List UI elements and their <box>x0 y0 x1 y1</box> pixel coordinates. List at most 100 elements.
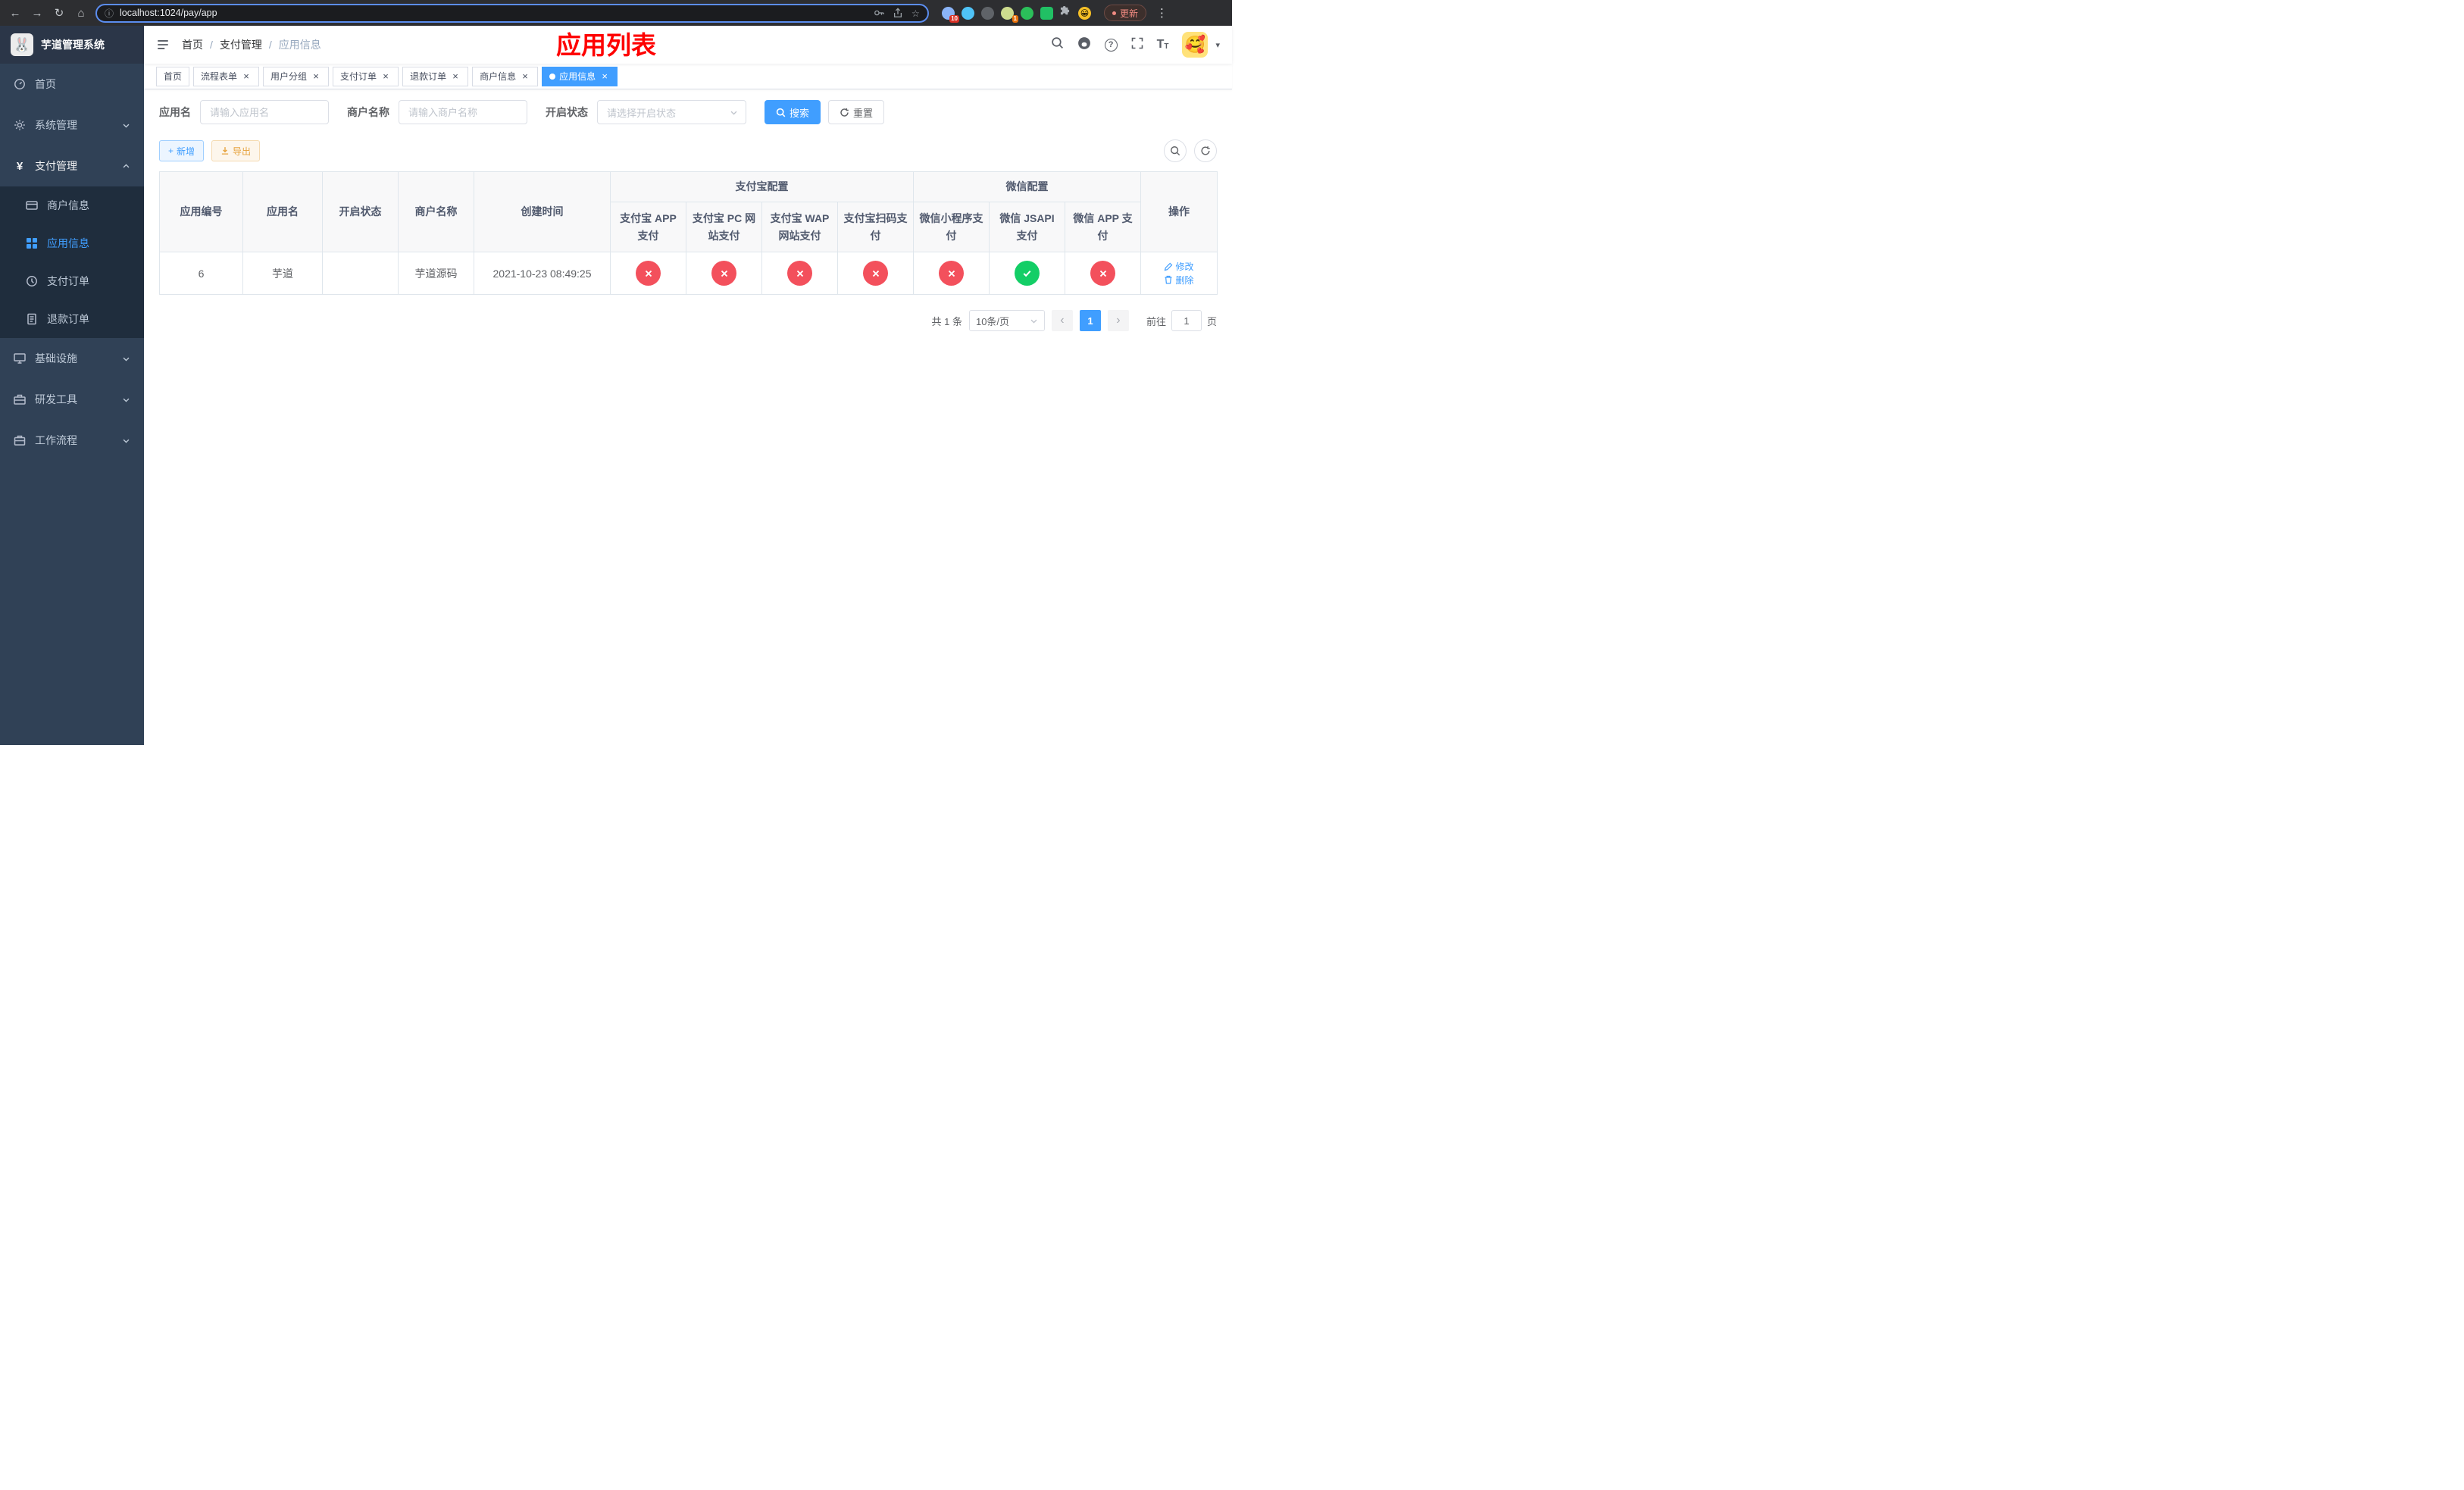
sidebar-item-system[interactable]: 系统管理 <box>0 105 144 146</box>
sidebar-menu: 首页 系统管理 ¥ 支付管理 商户信息 应用信息 支付订单 退款订单 基础设施 … <box>0 64 144 461</box>
briefcase-icon <box>14 434 26 446</box>
add-button[interactable]: + 新增 <box>159 140 205 161</box>
col-header-wx-jsapi: 微信 JSAPI 支付 <box>989 202 1065 252</box>
user-avatar[interactable]: 🥰 <box>1182 32 1209 58</box>
profile-avatar-icon[interactable]: 😀 <box>1078 6 1091 20</box>
breadcrumb: 首页 / 支付管理 / 应用信息 <box>182 37 321 52</box>
yen-icon: ¥ <box>16 159 23 173</box>
table-toolbar: + 新增 导出 <box>159 139 1217 162</box>
app-logo[interactable]: 🐰 芋道管理系统 <box>0 26 144 64</box>
close-icon[interactable]: × <box>241 71 252 81</box>
goto-label: 前往 <box>1146 315 1166 327</box>
extension-badge: 10 <box>949 14 959 23</box>
github-icon[interactable] <box>1077 36 1091 54</box>
close-icon[interactable]: × <box>380 71 391 81</box>
close-icon[interactable]: × <box>311 71 321 81</box>
update-button[interactable]: 更新 <box>1104 5 1147 21</box>
active-dot-icon <box>549 73 556 80</box>
caret-down-icon[interactable]: ▾ <box>1215 40 1220 50</box>
tab-merchant-info[interactable]: 商户信息 × <box>472 66 539 86</box>
cell-app-name: 芋道 <box>242 252 323 295</box>
search-button[interactable]: 搜索 <box>765 100 821 124</box>
goto-page-input[interactable] <box>1171 310 1202 331</box>
trash-icon <box>1165 275 1172 284</box>
translate-extension-icon[interactable]: 1 <box>1001 6 1018 23</box>
tab-process-form[interactable]: 流程表单 × <box>193 66 260 86</box>
tab-counter-extension-icon[interactable]: 10 <box>942 6 959 23</box>
close-icon[interactable]: × <box>450 71 461 81</box>
cell-app-id: 6 <box>159 252 243 295</box>
page-size-select[interactable]: 10条/页 <box>968 310 1045 331</box>
sidebar-item-app-info[interactable]: 应用信息 <box>0 224 144 262</box>
status-select[interactable]: 请选择开启状态 <box>597 100 746 124</box>
tab-user-group[interactable]: 用户分组 × <box>263 66 330 86</box>
credit-card-icon <box>26 199 38 211</box>
back-icon[interactable]: ← <box>8 7 23 20</box>
site-info-icon[interactable]: ⓘ <box>105 7 114 20</box>
group-header-alipay: 支付宝配置 <box>610 171 914 202</box>
edit-button[interactable]: 修改 <box>1164 260 1194 273</box>
home-icon[interactable]: ⌂ <box>73 7 89 20</box>
green-circle-extension-icon[interactable] <box>1021 6 1033 20</box>
reset-button[interactable]: 重置 <box>828 100 885 124</box>
font-size-icon[interactable]: TT <box>1157 39 1169 51</box>
status-cross-icon <box>863 261 888 286</box>
next-page-button[interactable]: › <box>1107 310 1129 331</box>
page-1-button[interactable]: 1 <box>1079 310 1101 331</box>
close-icon[interactable]: × <box>520 71 530 81</box>
tab-pay-order[interactable]: 支付订单 × <box>333 66 399 86</box>
reload-icon[interactable]: ↻ <box>52 6 67 20</box>
pencil-icon <box>1165 262 1173 271</box>
prev-page-button[interactable]: ‹ <box>1051 310 1073 331</box>
sidebar-item-refund-order[interactable]: 退款订单 <box>0 300 144 338</box>
hamburger-icon[interactable] <box>156 38 170 52</box>
merchant-name-input[interactable] <box>399 100 527 124</box>
browser-chrome: ← → ↻ ⌂ ⓘ localhost:1024/pay/app ☆ 10 1 … <box>0 0 1232 26</box>
delete-button[interactable]: 删除 <box>1164 274 1194 286</box>
sidebar-item-dev-tools[interactable]: 研发工具 <box>0 379 144 420</box>
pagination-total: 共 1 条 <box>931 315 962 327</box>
close-icon[interactable]: × <box>599 71 610 81</box>
search-icon[interactable] <box>1051 36 1064 53</box>
update-dot-icon <box>1112 11 1116 15</box>
refresh-table-button[interactable] <box>1194 139 1217 162</box>
bookmark-star-icon[interactable]: ☆ <box>911 8 920 19</box>
extensions-puzzle-icon[interactable] <box>1060 5 1071 20</box>
tab-refund-order[interactable]: 退款订单 × <box>402 66 469 86</box>
chevron-down-icon <box>122 396 130 404</box>
breadcrumb-payment[interactable]: 支付管理 <box>220 37 262 52</box>
plus-icon: + <box>168 146 174 156</box>
payment-submenu: 商户信息 应用信息 支付订单 退款订单 <box>0 186 144 338</box>
cell-actions: 修改 删除 <box>1140 252 1218 295</box>
cell-alipay-wap <box>761 252 838 295</box>
devtools-extension-icon[interactable] <box>962 6 974 20</box>
app-title: 芋道管理系统 <box>41 39 105 51</box>
forward-icon[interactable]: → <box>30 7 45 20</box>
export-button[interactable]: 导出 <box>211 140 261 161</box>
app-name-input[interactable] <box>200 100 329 124</box>
sidebar-item-home[interactable]: 首页 <box>0 64 144 105</box>
fullscreen-icon[interactable] <box>1131 37 1143 53</box>
table-row: 6 芋道 芋道源码 2021-10-23 08:49:25 修改 删除 <box>159 252 1218 295</box>
dark-extension-icon[interactable] <box>981 6 994 20</box>
download-icon <box>221 147 229 155</box>
sidebar-item-payment[interactable]: ¥ 支付管理 <box>0 146 144 186</box>
col-header-app-name: 应用名 <box>242 171 323 252</box>
browser-menu-icon[interactable]: ⋮ <box>1156 6 1168 20</box>
sidebar-item-pay-order[interactable]: 支付订单 <box>0 262 144 300</box>
tab-home[interactable]: 首页 <box>156 66 190 86</box>
app-name-label: 应用名 <box>159 106 191 118</box>
sidebar-item-merchant-info[interactable]: 商户信息 <box>0 186 144 224</box>
top-navbar: 首页 / 支付管理 / 应用信息 ? TT 🥰 ▾ <box>144 26 1232 64</box>
share-icon[interactable] <box>893 8 903 18</box>
sidebar-item-infrastructure[interactable]: 基础设施 <box>0 338 144 379</box>
toggle-search-button[interactable] <box>1164 139 1187 162</box>
password-key-icon[interactable] <box>874 8 884 18</box>
breadcrumb-current: 应用信息 <box>278 39 321 51</box>
help-icon[interactable]: ? <box>1104 38 1118 52</box>
url-bar[interactable]: ⓘ localhost:1024/pay/app ☆ <box>95 3 929 23</box>
tab-app-info[interactable]: 应用信息 × <box>542 66 618 86</box>
breadcrumb-home[interactable]: 首页 <box>182 37 203 52</box>
green-square-extension-icon[interactable] <box>1040 6 1053 20</box>
sidebar-item-workflow[interactable]: 工作流程 <box>0 420 144 461</box>
